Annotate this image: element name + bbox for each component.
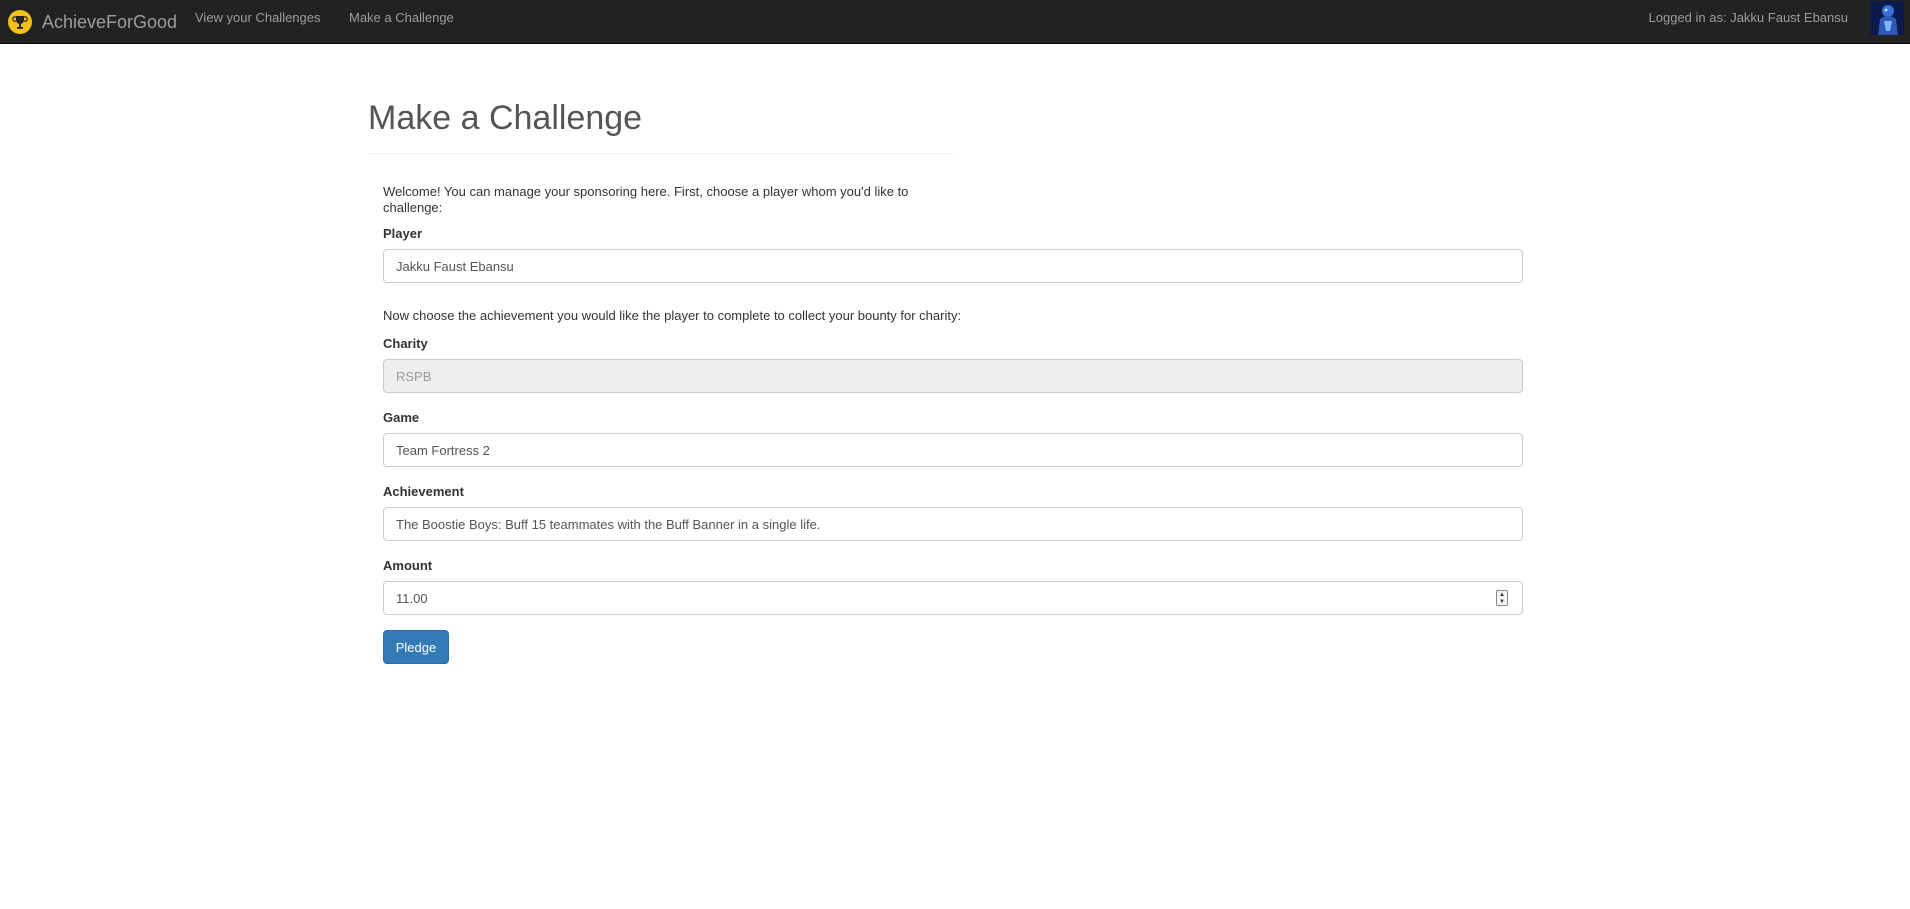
stepper-up-icon[interactable]: ▲ — [1499, 592, 1505, 598]
trophy-icon — [8, 10, 32, 34]
nav-make-challenge[interactable]: Make a Challenge — [349, 0, 454, 44]
charity-input — [383, 359, 1523, 393]
stepper-down-icon[interactable]: ▼ — [1499, 599, 1505, 605]
pledge-button[interactable]: Pledge — [383, 630, 449, 664]
player-input[interactable] — [383, 249, 1523, 283]
user-avatar[interactable] — [1870, 1, 1904, 35]
achievement-label: Achievement — [383, 484, 464, 499]
charity-label: Charity — [383, 336, 428, 351]
achievement-input[interactable] — [383, 507, 1523, 541]
amount-label: Amount — [383, 558, 433, 573]
brand-name: AchieveForGood — [42, 11, 178, 32]
amount-input[interactable] — [383, 581, 1523, 615]
logged-in-user-text: Logged in as: Jakku Faust Ebansu — [1648, 10, 1848, 25]
player-label: Player — [383, 226, 423, 241]
page-title: Make a Challenge — [368, 100, 954, 154]
game-input[interactable] — [383, 433, 1523, 467]
game-label: Game — [383, 410, 420, 425]
brand-link[interactable]: AchieveForGood — [8, 0, 177, 44]
nav-view-challenges[interactable]: View your Challenges — [195, 0, 321, 44]
achievement-intro-text: Now choose the achievement you would lik… — [383, 308, 962, 323]
amount-stepper[interactable]: ▲ ▼ — [1496, 590, 1508, 606]
intro-text: Welcome! You can manage your sponsoring … — [383, 184, 909, 215]
top-navbar: AchieveForGood View your Challenges Make… — [0, 0, 1910, 44]
